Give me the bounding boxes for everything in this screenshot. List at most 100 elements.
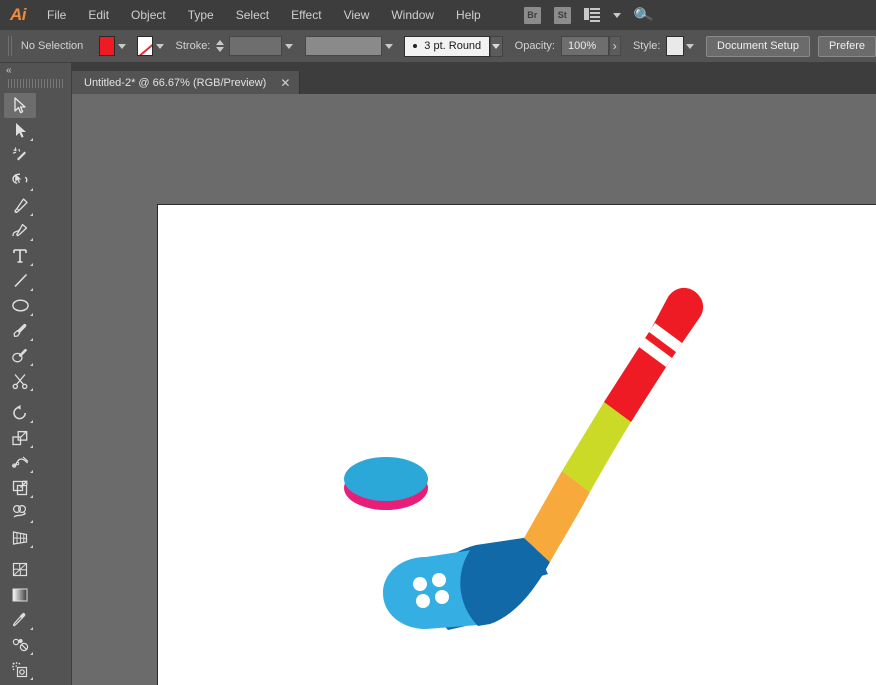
menu-object[interactable]: Object xyxy=(120,0,177,30)
tool-flyout-indicator xyxy=(30,652,33,655)
selection-status: No Selection xyxy=(21,40,83,52)
control-bar: No Selection Stroke: 3 pt. Round Opacity… xyxy=(0,30,876,63)
menu-window[interactable]: Window xyxy=(380,0,445,30)
mesh-tool[interactable] xyxy=(4,557,36,582)
tool-flyout-indicator xyxy=(30,627,33,630)
direct-selection-tool[interactable] xyxy=(4,118,36,143)
tool-flyout-indicator xyxy=(30,363,33,366)
paintbrush-tool[interactable] xyxy=(4,318,36,343)
selection-tool[interactable] xyxy=(4,93,36,118)
menu-effect[interactable]: Effect xyxy=(280,0,332,30)
canvas-area[interactable] xyxy=(72,94,876,685)
collapse-panel-icon[interactable]: « xyxy=(6,65,11,76)
curvature-tool[interactable] xyxy=(4,218,36,243)
illustrator-window: Ai File Edit Object Type Select Effect V… xyxy=(0,0,876,685)
opacity-options-icon[interactable]: › xyxy=(609,36,621,56)
artboard[interactable] xyxy=(157,204,876,685)
chevron-down-icon[interactable] xyxy=(613,13,621,18)
tools-panel: « xyxy=(0,63,72,685)
eyedropper-tool[interactable] xyxy=(4,607,36,632)
document-tab-bar: Untitled-2* @ 66.67% (RGB/Preview) ✕ xyxy=(72,63,876,94)
menu-view[interactable]: View xyxy=(333,0,381,30)
tool-flyout-indicator xyxy=(30,470,33,473)
style-dropdown-icon[interactable] xyxy=(685,36,696,56)
rotate-tool[interactable] xyxy=(4,400,36,425)
tool-flyout-indicator xyxy=(30,677,33,680)
width-profile-dropdown-icon[interactable] xyxy=(383,36,394,56)
tool-flyout-indicator xyxy=(30,313,33,316)
stock-icon[interactable]: St xyxy=(554,7,571,24)
gradient-tool[interactable] xyxy=(4,582,36,607)
stroke-dropdown-icon[interactable] xyxy=(154,36,165,56)
stick-graphic xyxy=(383,288,703,630)
menu-edit[interactable]: Edit xyxy=(77,0,120,30)
lasso-tool[interactable] xyxy=(4,168,36,193)
tool-flyout-indicator xyxy=(30,238,33,241)
tool-flyout-indicator xyxy=(30,288,33,291)
app-logo: Ai xyxy=(0,0,36,30)
control-bar-grip[interactable] xyxy=(8,36,13,56)
tool-flyout-indicator xyxy=(30,338,33,341)
document-tab[interactable]: Untitled-2* @ 66.67% (RGB/Preview) ✕ xyxy=(72,71,300,94)
toolbar-header: « xyxy=(0,63,71,77)
opacity-label: Opacity: xyxy=(515,40,555,52)
brush-preset-label: 3 pt. Round xyxy=(424,40,481,52)
shaper-tool[interactable] xyxy=(4,343,36,368)
workspace-glyph xyxy=(584,8,600,22)
menu-type[interactable]: Type xyxy=(177,0,225,30)
stroke-weight-dropdown-icon[interactable] xyxy=(283,36,294,56)
fill-dropdown-icon[interactable] xyxy=(116,36,127,56)
tool-flyout-indicator xyxy=(30,213,33,216)
scissors-tool[interactable] xyxy=(4,368,36,393)
menubar-right-tools: Br St 🔍 xyxy=(524,6,653,24)
pen-tool[interactable] xyxy=(4,193,36,218)
line-segment-tool[interactable] xyxy=(4,268,36,293)
menu-items: File Edit Object Type Select Effect View… xyxy=(36,0,492,30)
symbol-sprayer-tool[interactable] xyxy=(4,657,36,682)
preferences-button[interactable]: Prefere xyxy=(818,36,876,57)
brush-dot-icon xyxy=(413,44,417,48)
type-tool[interactable] xyxy=(4,243,36,268)
menu-file[interactable]: File xyxy=(36,0,77,30)
perspective-grid-tool[interactable] xyxy=(4,525,36,550)
document-tab-title: Untitled-2* @ 66.67% (RGB/Preview) xyxy=(84,77,266,89)
tool-grid xyxy=(0,93,71,685)
menu-bar: Ai File Edit Object Type Select Effect V… xyxy=(0,0,876,30)
tool-flyout-indicator xyxy=(30,420,33,423)
workspace-switcher-icon[interactable] xyxy=(584,8,600,22)
close-icon[interactable]: ✕ xyxy=(280,77,290,89)
puck-graphic xyxy=(344,457,428,510)
ellipse-tool[interactable] xyxy=(4,293,36,318)
menu-select[interactable]: Select xyxy=(225,0,280,30)
stroke-swatch[interactable] xyxy=(137,36,153,56)
stroke-weight-field[interactable] xyxy=(229,36,282,56)
width-tool[interactable] xyxy=(4,450,36,475)
tool-flyout-indicator xyxy=(30,388,33,391)
toolbar-divider xyxy=(4,550,67,557)
menu-help[interactable]: Help xyxy=(445,0,492,30)
tool-flyout-indicator xyxy=(30,520,33,523)
shape-builder-tool[interactable] xyxy=(4,500,36,525)
style-label: Style: xyxy=(633,40,661,52)
toolbar-drag-handle[interactable] xyxy=(8,78,63,89)
fill-swatch[interactable] xyxy=(99,36,115,56)
magic-wand-tool[interactable] xyxy=(4,143,36,168)
document-setup-button[interactable]: Document Setup xyxy=(706,36,810,57)
tool-flyout-indicator xyxy=(30,445,33,448)
bridge-icon[interactable]: Br xyxy=(524,7,541,24)
scale-tool[interactable] xyxy=(4,425,36,450)
graphic-style-swatch[interactable] xyxy=(666,36,683,56)
brush-dropdown-icon[interactable] xyxy=(490,36,502,57)
tool-flyout-indicator xyxy=(30,495,33,498)
search-icon[interactable]: 🔍 xyxy=(632,4,655,26)
blend-tool[interactable] xyxy=(4,632,36,657)
opacity-field[interactable]: 100% xyxy=(561,36,609,56)
brush-definition-field[interactable]: 3 pt. Round xyxy=(404,36,490,57)
tool-flyout-indicator xyxy=(30,138,33,141)
free-transform-tool[interactable] xyxy=(4,475,36,500)
variable-width-profile-field[interactable] xyxy=(305,36,383,56)
hockey-stick-artwork[interactable] xyxy=(158,205,876,685)
stroke-label: Stroke: xyxy=(176,40,211,52)
toolbar-divider xyxy=(4,393,67,400)
stroke-weight-stepper[interactable] xyxy=(216,40,224,52)
